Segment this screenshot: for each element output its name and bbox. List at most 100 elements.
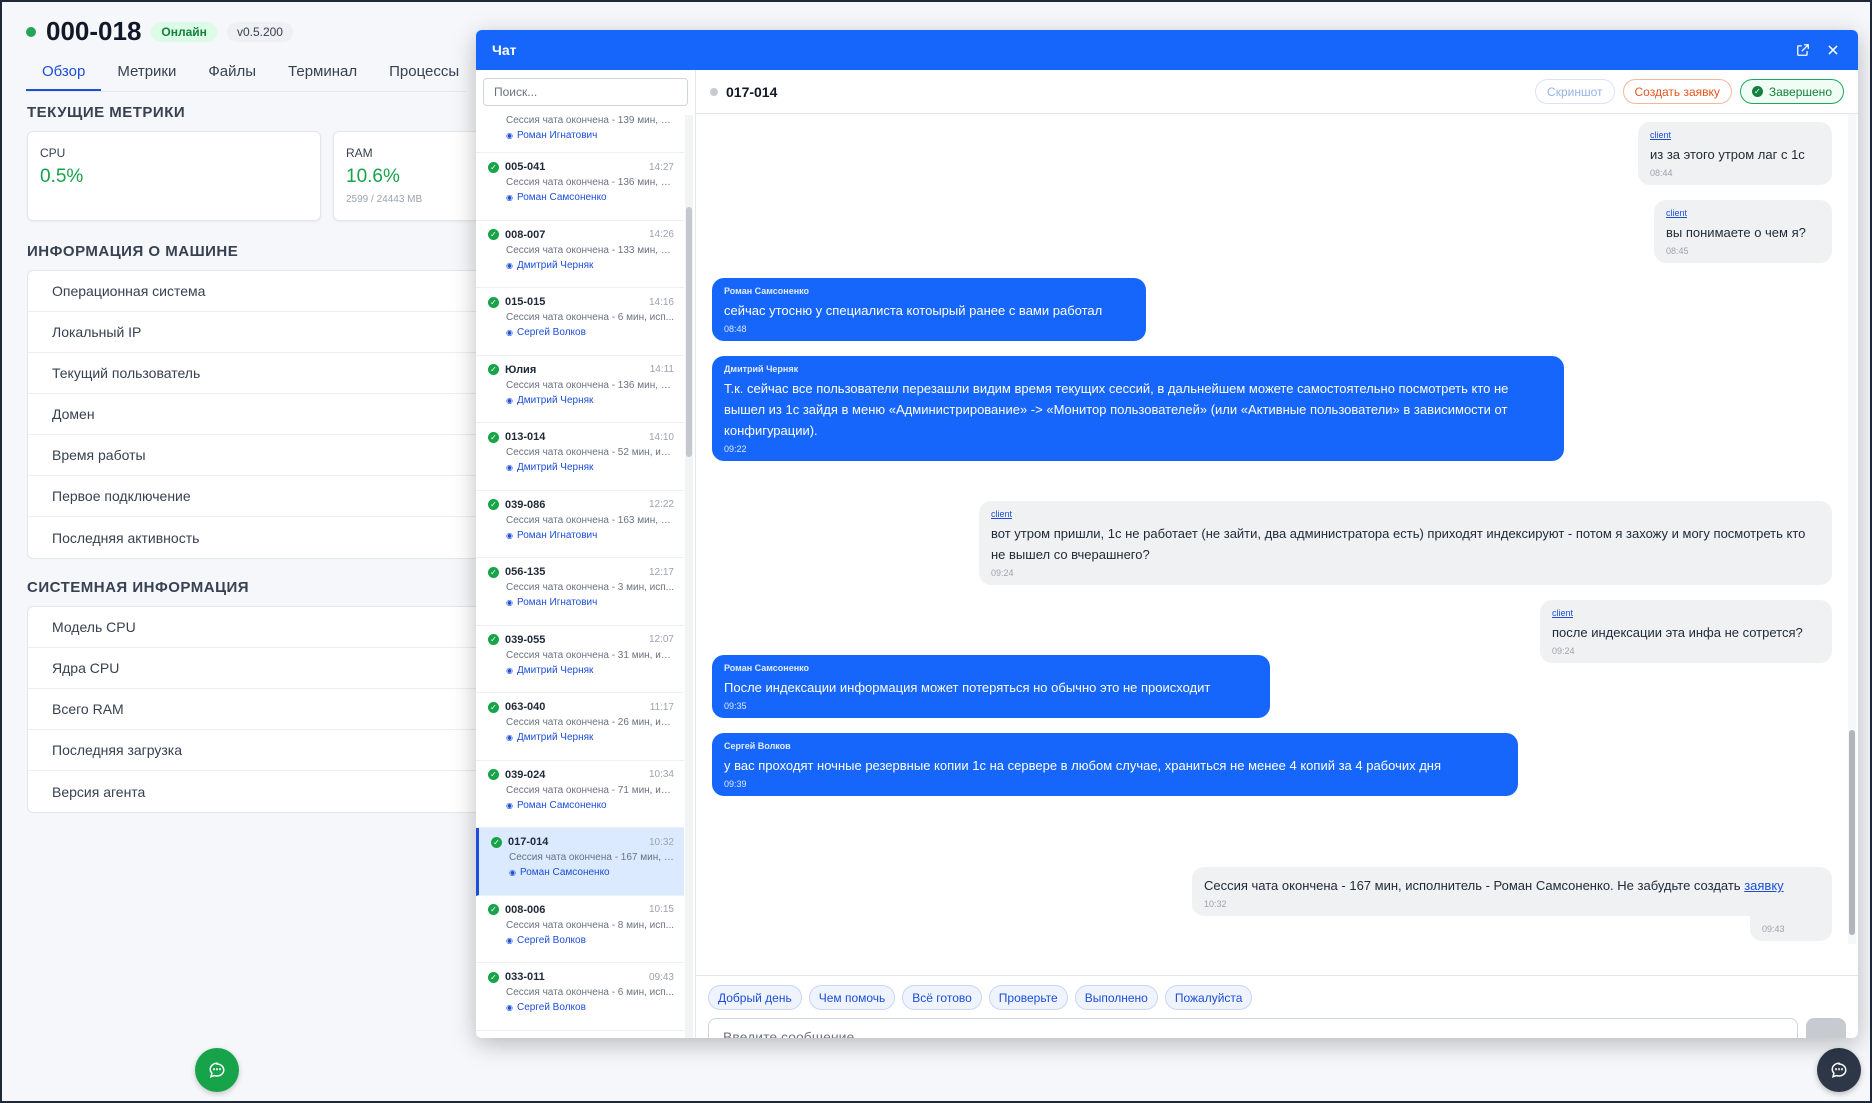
tab-terminal[interactable]: Терминал xyxy=(272,58,373,91)
message-scrollbar[interactable] xyxy=(1848,114,1856,944)
message-time: 10:32 xyxy=(1204,899,1227,909)
session-item[interactable]: ✓ 039-024 10:34 Сессия чата окончена - 71 м… xyxy=(476,761,684,828)
session-agent: ◉ Дмитрий Черняк xyxy=(506,732,674,743)
conversation-header: 017-014 Скриншот Создать заявку ✓ Заверш… xyxy=(696,70,1858,114)
quick-reply-chip[interactable]: Чем помочь xyxy=(808,985,896,1010)
quick-reply-chip[interactable]: Пожалуйста xyxy=(1164,985,1253,1010)
conversation-pane: 017-014 Скриншот Создать заявку ✓ Заверш… xyxy=(696,70,1858,1038)
message-author[interactable]: client xyxy=(991,509,1820,519)
session-head: ✓ 063-040 11:17 xyxy=(488,701,674,713)
session-head: ✓ 039-086 12:22 xyxy=(488,499,674,511)
info-row-ip: Локальный IP xyxy=(28,312,486,353)
session-item[interactable]: ✓ 033-011 09:43 Сессия чата окончена - 6 ми… xyxy=(476,963,684,1031)
chat-bubble-icon xyxy=(209,1062,225,1078)
session-agent-name: Роман Самсоненко xyxy=(519,867,610,878)
message-scrollbar-thumb[interactable] xyxy=(1849,730,1855,935)
session-head: ✓ 039-055 12:07 xyxy=(488,634,674,646)
session-item[interactable]: ✓ 039-086 12:22 Сессия чата окончена - 163 … xyxy=(476,491,684,558)
session-agent-name: Роман Самсоненко xyxy=(516,192,607,203)
done-button[interactable]: ✓ Завершено xyxy=(1739,79,1844,104)
message-author[interactable]: client xyxy=(1650,130,1820,140)
search-input[interactable]: Поиск... xyxy=(483,78,688,106)
tab-overview[interactable]: Обзор xyxy=(26,58,102,91)
message-time: 09:39 xyxy=(724,779,747,789)
session-name: 039-024 xyxy=(505,768,546,781)
tab-files[interactable]: Файлы xyxy=(192,58,272,91)
chat-fab-dark[interactable] xyxy=(1817,1048,1861,1092)
session-agent: ◉ Роман Самсоненко xyxy=(506,800,674,811)
session-item[interactable]: ✓ 056-135 12:17 Сессия чата окончена - 3 ми… xyxy=(476,558,684,626)
session-name: 056-135 xyxy=(505,566,546,578)
session-agent: ◉ Роман Игнатович xyxy=(506,130,674,141)
session-last-message: Сессия чата окончена - 167 мин, и... xyxy=(509,852,674,863)
session-item[interactable]: ✓ 008-006 10:15 Сессия чата окончена - 8 ми… xyxy=(476,896,684,963)
session-time: 10:15 xyxy=(648,904,674,915)
session-item[interactable]: ✓ 017-014 10:32 Сессия чата окончена - 167 … xyxy=(476,828,684,896)
screenshot-button[interactable]: Скриншот xyxy=(1535,79,1615,104)
eye-icon: ◉ xyxy=(506,800,513,810)
check-circle-icon: ✓ xyxy=(488,161,499,173)
cpu-card: CPU 0.5% xyxy=(27,131,321,221)
agent-message: Роман Самсоненко сейчас утосню у специали… xyxy=(712,278,1146,341)
arrow-right-icon: → xyxy=(1817,1026,1835,1039)
message-author[interactable]: client xyxy=(1552,608,1820,618)
session-scrollbar-thumb[interactable] xyxy=(686,207,692,457)
session-item[interactable]: ✓ 005-041 14:27 Сессия чата окончена - 136 … xyxy=(476,153,684,221)
machine-info-list: Операционная система Локальный IP Текущи… xyxy=(27,270,487,559)
session-item-partial[interactable]: Сессия чата окончена - 139 мин, и... ◉ Р… xyxy=(476,115,684,153)
info-row-last-activity: Последняя активность xyxy=(52,529,200,546)
check-circle-icon: ✓ xyxy=(1751,86,1763,97)
create-ticket-button[interactable]: Создать заявку xyxy=(1622,79,1732,104)
machine-header: 000-018 Онлайн v0.5.200 xyxy=(26,16,293,47)
eye-icon: ◉ xyxy=(506,935,513,945)
check-circle-icon: ✓ xyxy=(488,229,499,240)
session-name: 013-014 xyxy=(505,431,546,443)
quick-reply-chip[interactable]: Всё готово xyxy=(902,985,982,1010)
tab-processes[interactable]: Процессы xyxy=(373,58,475,91)
session-time: 09:43 xyxy=(648,971,674,983)
client-message: client вот утром пришли, 1с не работает (… xyxy=(979,501,1832,585)
info-row-last-boot: Последняя загрузка xyxy=(28,730,486,771)
message-author: Дмитрий Черняк xyxy=(724,364,799,374)
session-last-message: Сессия чата окончена - 71 мин, ис... xyxy=(506,784,674,796)
system-info-list: Модель CPU Ядра CPU Всего RAM Последняя … xyxy=(27,606,487,813)
message-text: Т.к. сейчас все пользователи перезашли в… xyxy=(724,381,1509,438)
session-item[interactable]: ✓ 039-055 12:07 Сессия чата окончена - 31 м… xyxy=(476,626,684,693)
session-name: 033-011 xyxy=(505,971,545,983)
close-icon[interactable] xyxy=(1824,41,1842,59)
external-link-icon[interactable] xyxy=(1794,41,1812,59)
check-circle-icon: ✓ xyxy=(488,499,499,510)
client-message: client из за этого утром лаг с 1с 08:44 xyxy=(1638,122,1832,185)
eye-icon: ◉ xyxy=(506,1003,513,1012)
session-agent-name: Дмитрий Черняк xyxy=(516,259,594,271)
eye-icon: ◉ xyxy=(506,530,513,540)
chat-fab-green[interactable] xyxy=(195,1048,239,1092)
session-scrollbar[interactable] xyxy=(685,115,693,1038)
message-time: 09:24 xyxy=(1552,646,1575,656)
session-item[interactable]: ✓ 008-007 14:26 Сессия чата окончена - 133 … xyxy=(476,221,684,288)
eye-icon: ◉ xyxy=(509,868,516,877)
quick-reply-chip[interactable]: Выполнено xyxy=(1074,985,1158,1010)
session-item[interactable]: ✓ 063-040 11:17 Сессия чата окончена - 26 м… xyxy=(476,693,684,761)
session-last-message: Сессия чата окончена - 3 мин, исп... xyxy=(506,582,674,593)
message-author[interactable]: client xyxy=(1666,208,1820,218)
tab-metrics[interactable]: Метрики xyxy=(101,58,192,91)
session-last-message: Сессия чата окончена - 8 мин, исп... xyxy=(506,919,674,931)
ticket-link[interactable]: заявку xyxy=(1744,878,1783,893)
session-agent: ◉ Роман Игнатович xyxy=(506,530,674,541)
send-button[interactable]: → xyxy=(1806,1018,1846,1038)
quick-reply-chip[interactable]: Проверьте xyxy=(988,985,1068,1010)
session-head: ✓ 015-015 14:16 xyxy=(488,296,674,308)
status-badge: Онлайн xyxy=(151,21,217,42)
message-input[interactable]: Введите сообщение... xyxy=(708,1018,1798,1038)
session-item[interactable]: ✓ 013-014 14:10 Сессия чата окончена - 52 м… xyxy=(476,423,684,491)
check-circle-icon: ✓ xyxy=(488,296,499,308)
session-item[interactable]: ✓ 015-015 14:16 Сессия чата окончена - 6 ми… xyxy=(476,288,684,356)
session-name: 005-041 xyxy=(505,161,546,173)
info-row-first-connect: Первое подключение xyxy=(28,476,486,517)
client-message: client вы понимаете о чем я? 08:45 xyxy=(1654,200,1832,263)
check-circle-icon: ✓ xyxy=(488,701,499,713)
session-item[interactable]: ✓ Юлия 14:11 Сессия чата окончена - 136 мин… xyxy=(476,356,684,423)
quick-reply-chip[interactable]: Добрый день xyxy=(708,985,802,1010)
message-text: из за этого утром лаг с 1с xyxy=(1650,147,1805,162)
